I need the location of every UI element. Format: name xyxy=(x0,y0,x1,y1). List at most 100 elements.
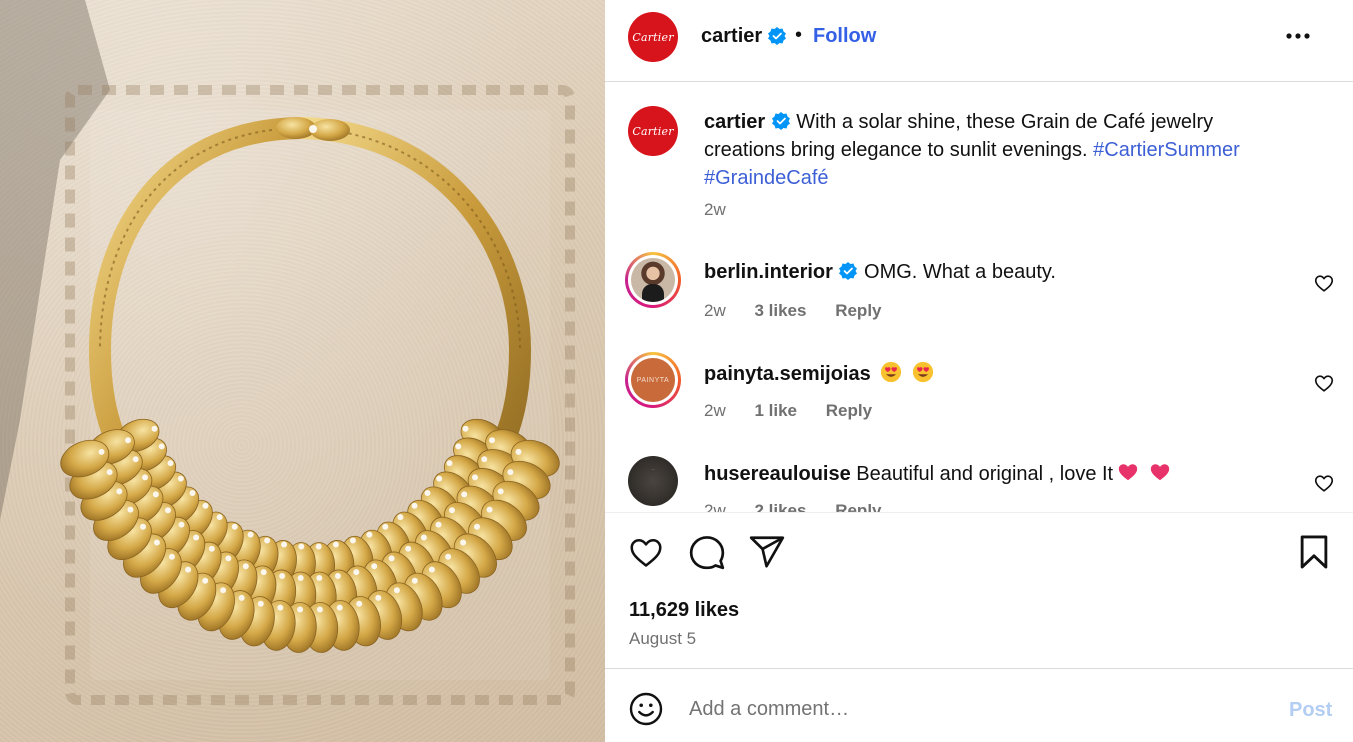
necklace-diamond xyxy=(177,475,184,482)
comment-like-heart-icon[interactable] xyxy=(1313,372,1335,394)
necklace-diamond xyxy=(231,523,238,530)
necklace-diamond xyxy=(298,543,305,550)
necklace-diamond xyxy=(420,534,427,541)
necklace-diamond xyxy=(225,555,232,562)
caption-avatar[interactable]: Cartier xyxy=(628,106,678,156)
comment-text: berlin.interior OMG. What a beauty. xyxy=(704,261,1056,284)
necklace-diamond xyxy=(315,543,322,550)
caption-text: cartier With a solar shine, these Grain … xyxy=(704,108,1294,192)
comment-item: PAINYTA painyta.semijoias 2w 1 like Repl… xyxy=(605,340,1353,440)
necklace-diamond xyxy=(242,563,249,570)
necklace-diamond xyxy=(356,600,363,607)
bookmark-icon[interactable] xyxy=(1295,533,1333,571)
verified-badge-icon xyxy=(771,111,791,133)
necklace-diamond xyxy=(153,539,160,546)
necklace-diamond xyxy=(424,490,431,496)
necklace-diamond xyxy=(449,507,455,514)
comment-username[interactable]: husereaulouise xyxy=(704,463,851,485)
comment-body: OMG. What a beauty. xyxy=(864,261,1056,283)
necklace-diamond xyxy=(193,534,200,541)
emoji-picker-icon[interactable] xyxy=(628,691,664,727)
post-image xyxy=(0,0,605,742)
story-ring[interactable]: PAINYTA xyxy=(625,352,681,408)
necklace-diamond xyxy=(189,490,196,496)
comment-time[interactable]: 2w xyxy=(704,401,726,420)
necklace-diamond xyxy=(411,502,418,509)
reply-button[interactable]: Reply xyxy=(826,401,872,420)
reply-button[interactable]: Reply xyxy=(835,301,881,320)
likes-count[interactable]: 11,629 likes xyxy=(629,599,739,622)
comments-list[interactable]: berlin.interior OMG. What a beauty. 2w 3… xyxy=(605,240,1353,512)
necklace-diamond xyxy=(220,587,227,594)
necklace-diamond xyxy=(132,456,139,463)
necklace-diamond xyxy=(474,523,480,530)
necklace-diamond xyxy=(435,521,442,528)
separator-dot: • xyxy=(795,24,803,46)
necklace-diamond xyxy=(353,569,360,576)
hashtag-link[interactable]: #CartierSummer xyxy=(1093,139,1240,161)
comment-like-heart-icon[interactable] xyxy=(1313,272,1335,294)
follow-button[interactable]: Follow xyxy=(813,25,876,48)
necklace-diamond xyxy=(436,475,443,482)
necklace-diamond xyxy=(316,575,323,581)
necklace-diamond xyxy=(151,425,158,432)
necklace-diamond xyxy=(140,523,146,530)
header-username[interactable]: cartier xyxy=(701,25,762,48)
necklace-diamond xyxy=(455,443,462,450)
necklace-diamond xyxy=(371,563,378,570)
necklace-diamond xyxy=(178,521,185,528)
post-comment-button[interactable]: Post xyxy=(1289,699,1332,722)
more-options-icon[interactable] xyxy=(1283,26,1313,46)
necklace-diamond xyxy=(382,523,389,530)
comment-icon[interactable] xyxy=(688,533,726,571)
post-header: Cartier cartier • Follow xyxy=(605,0,1353,82)
necklace-diamond xyxy=(185,566,192,573)
necklace-illustration xyxy=(0,0,575,705)
caption-username[interactable]: cartier xyxy=(704,111,765,133)
like-heart-icon[interactable] xyxy=(627,533,665,571)
necklace-diamond xyxy=(279,573,286,579)
comment-username[interactable]: berlin.interior xyxy=(704,261,833,283)
comment-username[interactable]: painyta.semijoias xyxy=(704,363,871,385)
comment-likes[interactable]: 3 likes xyxy=(754,301,806,320)
comment-item: berlin.interior OMG. What a beauty. 2w 3… xyxy=(605,240,1353,340)
necklace-diamond xyxy=(152,491,159,498)
send-icon[interactable] xyxy=(748,533,786,571)
necklace-diamond xyxy=(247,531,254,538)
necklace-diamond xyxy=(260,569,267,576)
necklace-diamond xyxy=(316,606,323,613)
caption-time[interactable]: 2w xyxy=(704,200,726,220)
hashtag-link[interactable]: #GraindeCafé xyxy=(704,167,829,189)
necklace-diamond xyxy=(405,545,412,552)
necklace-diamond xyxy=(297,575,304,581)
necklace-diamond xyxy=(202,577,209,584)
comment-likes[interactable]: 2 likes xyxy=(754,501,806,512)
comment-time[interactable]: 2w xyxy=(704,501,726,512)
necklace-diamond xyxy=(168,553,175,560)
story-ring[interactable] xyxy=(625,252,681,308)
cartier-avatar[interactable]: Cartier xyxy=(628,12,678,62)
comment-like-heart-icon[interactable] xyxy=(1313,472,1335,494)
comment-input[interactable] xyxy=(689,689,1249,729)
heart-eyes-emoji-icon xyxy=(908,361,934,385)
necklace-diamond xyxy=(366,531,373,538)
avatar[interactable]: ... xyxy=(628,456,678,506)
necklace-diamond xyxy=(507,469,514,476)
necklace-diamond xyxy=(445,553,452,560)
necklace-diamond xyxy=(515,448,522,455)
necklace-diamond xyxy=(264,537,271,544)
necklace-diamond xyxy=(167,460,174,467)
necklace-diamond xyxy=(486,506,493,513)
necklace-diamond xyxy=(257,600,264,607)
necklace-diamond xyxy=(332,541,339,548)
comment-time[interactable]: 2w xyxy=(704,301,726,320)
necklace-diamond xyxy=(428,566,435,573)
comment-text: husereaulouise Beautiful and original , … xyxy=(704,461,1171,486)
reply-button[interactable]: Reply xyxy=(835,501,881,512)
necklace-diamond xyxy=(127,506,134,513)
comment-likes[interactable]: 1 like xyxy=(754,401,797,420)
verified-badge-icon xyxy=(838,261,858,283)
necklace-diamond xyxy=(165,507,171,514)
necklace-diamond xyxy=(375,594,382,601)
necklace-diamond xyxy=(411,577,418,584)
